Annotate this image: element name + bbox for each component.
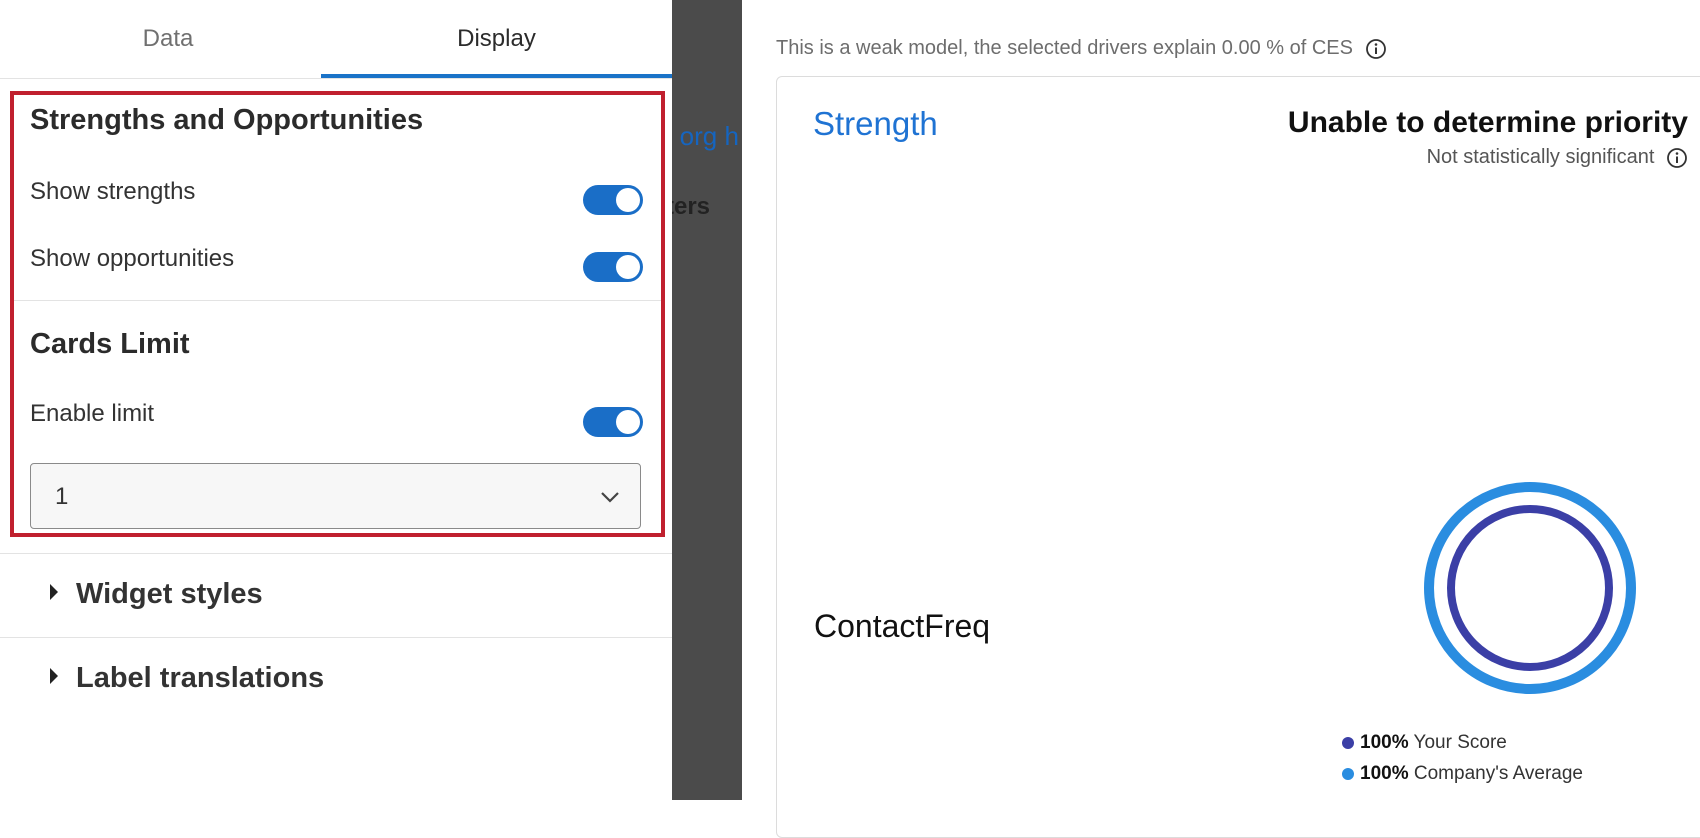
caret-right-icon bbox=[50, 668, 58, 684]
show-strengths-label: Show strengths bbox=[30, 178, 196, 205]
model-note: This is a weak model, the selected drive… bbox=[776, 37, 1387, 60]
legend-company-average: 100% Company's Average bbox=[1342, 763, 1583, 785]
settings-tabs: Data Display bbox=[0, 0, 672, 79]
chevron-down-icon bbox=[601, 492, 619, 503]
enable-limit-toggle[interactable] bbox=[583, 407, 643, 437]
info-icon[interactable] bbox=[1666, 147, 1688, 169]
partial-link-text: n org h bbox=[672, 121, 739, 151]
widget-preview-area: This is a weak model, the selected drive… bbox=[742, 0, 1700, 838]
partially-hidden-content: n org h ters bbox=[672, 0, 742, 800]
active-tab-indicator bbox=[321, 74, 672, 78]
cards-limit-title: Cards Limit bbox=[30, 328, 190, 360]
tab-display[interactable]: Display bbox=[321, 0, 672, 78]
legend-label: Company's Average bbox=[1413, 763, 1583, 784]
score-donut-chart bbox=[1424, 482, 1636, 694]
significance-text: Not statistically significant bbox=[1426, 146, 1655, 168]
cards-limit-select[interactable]: 1 bbox=[30, 463, 641, 529]
legend-value: 100% bbox=[1360, 732, 1409, 753]
tab-data[interactable]: Data bbox=[0, 0, 336, 78]
toggle-knob bbox=[616, 188, 640, 212]
model-note-text: This is a weak model, the selected drive… bbox=[776, 37, 1353, 59]
legend-dot bbox=[1342, 767, 1354, 780]
widget-styles-label: Widget styles bbox=[76, 578, 263, 610]
legend-your-score: 100% Your Score bbox=[1342, 732, 1507, 754]
toggle-knob bbox=[616, 410, 640, 434]
your-score-ring bbox=[1447, 505, 1613, 671]
show-strengths-toggle[interactable] bbox=[583, 185, 643, 215]
display-settings-panel: Data Display Strengths and Opportunities… bbox=[0, 0, 672, 800]
enable-limit-label: Enable limit bbox=[30, 400, 155, 427]
label-translations-label: Label translations bbox=[76, 662, 325, 694]
info-icon[interactable] bbox=[1365, 38, 1387, 60]
legend-label: Your Score bbox=[1413, 732, 1507, 753]
strength-label: Strength bbox=[813, 105, 938, 142]
show-opportunities-label: Show opportunities bbox=[30, 245, 235, 272]
cards-limit-value: 1 bbox=[55, 483, 69, 510]
show-opportunities-toggle[interactable] bbox=[583, 252, 643, 282]
driver-name: ContactFreq bbox=[814, 608, 991, 644]
widget-styles-section[interactable]: Widget styles bbox=[0, 554, 672, 638]
partial-bold-text: ters bbox=[672, 193, 711, 220]
strengths-section-title: Strengths and Opportunities bbox=[30, 104, 424, 136]
toggle-knob bbox=[616, 255, 640, 279]
legend-value: 100% bbox=[1360, 763, 1409, 784]
legend-dot bbox=[1342, 736, 1354, 749]
priority-title: Unable to determine priority bbox=[1287, 106, 1688, 139]
caret-right-icon bbox=[50, 584, 58, 600]
company-average-ring bbox=[1424, 482, 1636, 694]
label-translations-section[interactable]: Label translations bbox=[0, 638, 672, 722]
driver-card bbox=[776, 76, 1700, 838]
significance-note: Not statistically significant bbox=[1427, 146, 1688, 169]
section-divider bbox=[14, 300, 661, 301]
